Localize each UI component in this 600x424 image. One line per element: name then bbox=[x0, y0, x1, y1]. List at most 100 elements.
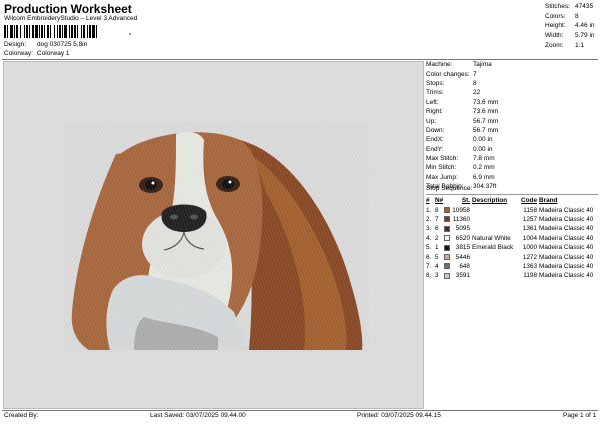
summary-row: Zoom: 1:1 bbox=[545, 41, 585, 49]
table-row: 5. 1 3815 Emerald Black 1000 Madeira Classic … bbox=[426, 243, 598, 252]
row-stitches: 5095 bbox=[455, 225, 470, 233]
row-brand: Madeira Classic 40 bbox=[539, 225, 594, 233]
design-preview bbox=[3, 61, 424, 409]
color-swatch bbox=[444, 254, 452, 261]
thread-color-swatch bbox=[444, 235, 450, 242]
info-row: Stops: 8 bbox=[426, 79, 477, 87]
color-swatch bbox=[444, 272, 452, 279]
info-row: EndY: 0.00 in bbox=[426, 145, 493, 153]
row-index: 6. bbox=[426, 253, 432, 261]
info-row: Up: 56.7 mm bbox=[426, 117, 499, 125]
row-code: 1272 bbox=[522, 253, 537, 261]
software-subtitle: Wilcom EmbroideryStudio – Level 3 Advanc… bbox=[4, 15, 138, 22]
machine-info: Machine: Tajima Color changes: 7 Stops: 8 T… bbox=[426, 60, 598, 191]
row-brand: Madeira Classic 40 bbox=[539, 272, 594, 280]
table-row: 6. 5 5446 1272 Madeira Classic 40 bbox=[426, 252, 598, 261]
row-index: 7. bbox=[426, 262, 432, 270]
row-stitches: 11360 bbox=[452, 215, 470, 223]
row-index: 3. bbox=[426, 225, 432, 233]
row-index: 2. bbox=[426, 215, 432, 223]
row-stitches: 6520 bbox=[455, 234, 470, 242]
summary-row: Stitches: 47435 bbox=[545, 3, 594, 11]
row-index: 8. bbox=[426, 272, 432, 280]
row-stitches: 648 bbox=[459, 262, 470, 270]
barcode bbox=[4, 25, 128, 38]
row-code: 1158 bbox=[523, 206, 537, 214]
created-by: Created By: bbox=[4, 412, 39, 419]
row-brand: Madeira Classic 40 bbox=[539, 253, 594, 261]
design-summary: Stitches: 47435 Colors: 8 Height: 4.46 in W… bbox=[545, 2, 595, 50]
row-code: 1257 bbox=[522, 215, 537, 223]
row-brand: Madeira Classic 40 bbox=[539, 262, 594, 270]
row-stitches: 10958 bbox=[452, 206, 470, 214]
row-code: 1363 bbox=[522, 262, 537, 270]
info-row: Min Stitch: 0.2 mm bbox=[426, 164, 495, 172]
thread-color-swatch bbox=[444, 225, 450, 232]
row-code: 1198 bbox=[523, 272, 537, 280]
thread-color-swatch bbox=[444, 254, 450, 261]
info-row: Down: 56.7 mm bbox=[426, 126, 499, 134]
table-row: 8. 3 3591 1198 Madeira Classic 40 bbox=[426, 271, 598, 280]
design-row: Design: dog 030725 5,8in bbox=[4, 41, 87, 48]
color-swatch bbox=[444, 225, 452, 232]
info-row: Trims: 22 bbox=[426, 89, 481, 97]
info-row: Left: 73.6 mm bbox=[426, 98, 499, 106]
row-stitches: 5446 bbox=[455, 253, 470, 261]
footer-divider bbox=[2, 410, 598, 411]
colorway-label: Colorway: bbox=[4, 50, 33, 57]
table-row: 7. 4 648 1363 Madeira Classic 40 bbox=[426, 262, 598, 271]
col-index-header: # bbox=[426, 197, 430, 205]
table-header: # N# St. Description Code Brand bbox=[426, 196, 598, 205]
info-row: Color changes: 7 bbox=[426, 70, 477, 78]
color-swatch bbox=[444, 207, 452, 214]
stop-sequence-table: # N# St. Description Code Brand 1. 8 10958… bbox=[426, 196, 598, 281]
info-row: Max Stitch: 7.8 mm bbox=[426, 155, 495, 163]
row-brand: Madeira Classic 40 bbox=[539, 244, 594, 252]
color-swatch bbox=[444, 244, 452, 251]
info-row: Right: 73.6 mm bbox=[426, 108, 499, 116]
colorway-value: Colorway 1 bbox=[37, 50, 70, 57]
col-description-header: Description bbox=[472, 197, 508, 205]
info-row: EndX: 0.00 in bbox=[426, 136, 493, 144]
row-needle: 6 bbox=[435, 225, 439, 233]
row-stitches: 3815 bbox=[455, 244, 470, 252]
colorway-row: Colorway: Colorway 1 bbox=[4, 50, 70, 57]
thread-color-swatch bbox=[444, 244, 450, 251]
row-needle: 1 bbox=[435, 244, 439, 252]
info-row: Max Jump: 6.9 mm bbox=[426, 173, 495, 181]
thread-color-swatch bbox=[444, 216, 450, 223]
color-swatch bbox=[444, 216, 452, 223]
page-title: Production Worksheet bbox=[4, 2, 132, 16]
row-code: 1000 bbox=[522, 244, 537, 252]
design-label: Design: bbox=[4, 41, 27, 48]
summary-row: Width: 5.79 in bbox=[545, 32, 595, 40]
summary-row: Colors: 8 bbox=[545, 12, 579, 20]
printed-date: Printed: 03/07/2025 09.44.15 bbox=[357, 412, 441, 419]
barcode-suffix: , bbox=[129, 29, 131, 36]
row-stitches: 3591 bbox=[455, 272, 470, 280]
stop-sequence-divider bbox=[426, 194, 598, 195]
stop-sequence-title: Stop Sequence: bbox=[426, 185, 473, 192]
row-index: 4. bbox=[426, 234, 432, 242]
col-stitches-header: St. bbox=[461, 197, 470, 205]
row-index: 5. bbox=[426, 244, 432, 252]
col-needle-header: N# bbox=[435, 197, 444, 205]
table-row: 1. 8 10958 1158 Madeira Classic 40 bbox=[426, 205, 598, 214]
table-row: 3. 6 5095 1361 Madeira Classic 40 bbox=[426, 224, 598, 233]
row-brand: Madeira Classic 40 bbox=[539, 215, 594, 223]
thread-color-swatch bbox=[444, 272, 450, 279]
row-needle: 4 bbox=[435, 262, 439, 270]
table-row: 2. 7 11360 1257 Madeira Classic 40 bbox=[426, 215, 598, 224]
row-description: Natural White bbox=[472, 234, 511, 242]
info-row: Machine: Tajima bbox=[426, 61, 492, 69]
row-needle: 8 bbox=[435, 206, 439, 214]
col-brand-header: Brand bbox=[539, 197, 558, 205]
color-swatch bbox=[444, 235, 452, 242]
page-number: Page 1 of 1 bbox=[563, 412, 597, 419]
row-needle: 5 bbox=[435, 253, 439, 261]
row-code: 1361 bbox=[522, 225, 537, 233]
thread-color-swatch bbox=[444, 263, 450, 270]
row-needle: 7 bbox=[435, 215, 439, 223]
color-swatch bbox=[444, 263, 452, 270]
row-index: 1. bbox=[426, 206, 432, 214]
